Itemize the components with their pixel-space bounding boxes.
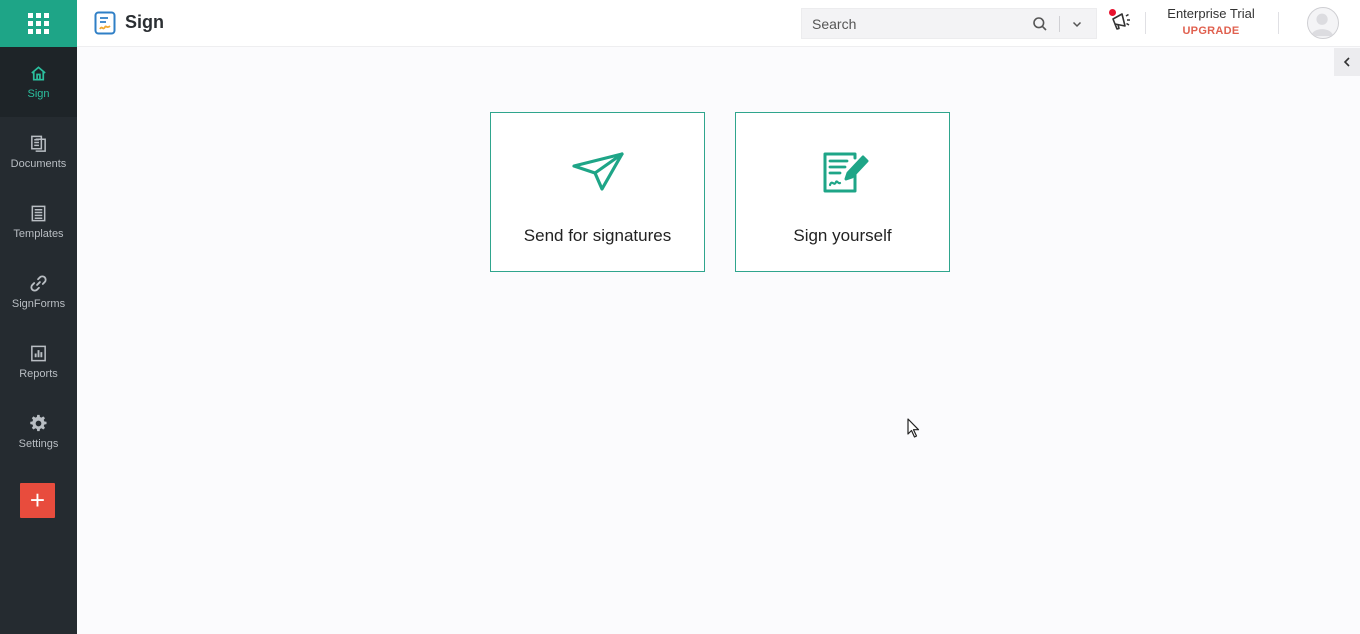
plan-name: Enterprise Trial bbox=[1167, 6, 1255, 21]
sidebar-item-signforms[interactable]: SignForms bbox=[0, 257, 77, 327]
search-box bbox=[801, 8, 1097, 39]
templates-icon bbox=[31, 205, 46, 222]
sidebar-item-label: SignForms bbox=[11, 298, 66, 310]
chevron-down-icon[interactable] bbox=[1070, 17, 1084, 31]
sidebar-item-label: Templates bbox=[13, 228, 64, 240]
sidebar-item-templates[interactable]: Templates bbox=[0, 187, 77, 257]
mouse-cursor-icon bbox=[907, 418, 920, 438]
sign-document-icon bbox=[823, 152, 869, 193]
sidebar-item-label: Sign bbox=[27, 88, 50, 100]
sidebar-item-label: Reports bbox=[19, 368, 58, 380]
documents-icon bbox=[31, 135, 46, 152]
notification-dot bbox=[1109, 9, 1116, 16]
add-new-button[interactable]: + bbox=[20, 483, 55, 518]
search-divider bbox=[1059, 16, 1060, 32]
collapse-panel-button[interactable] bbox=[1334, 48, 1360, 76]
sidebar-item-sign[interactable]: Sign bbox=[0, 47, 77, 117]
card-label: Sign yourself bbox=[793, 226, 892, 245]
chevron-left-icon bbox=[1343, 57, 1350, 67]
sidebar-item-label: Documents bbox=[10, 158, 67, 170]
sidebar: Sign Documents Templates SignForms Repor… bbox=[0, 0, 77, 634]
sign-logo-icon bbox=[94, 11, 116, 35]
paper-plane-icon bbox=[572, 152, 624, 191]
app-grid-button[interactable] bbox=[0, 0, 77, 47]
search-input[interactable] bbox=[802, 9, 1022, 38]
top-header: Sign Enterprise Trial UPGRADE bbox=[77, 0, 1360, 47]
sidebar-item-reports[interactable]: Reports bbox=[0, 327, 77, 397]
sign-yourself-card[interactable]: Sign yourself bbox=[735, 112, 950, 272]
sidebar-item-documents[interactable]: Documents bbox=[0, 117, 77, 187]
sidebar-item-settings[interactable]: Settings bbox=[0, 397, 77, 467]
gear-icon bbox=[30, 414, 47, 432]
send-for-signatures-card[interactable]: Send for signatures bbox=[490, 112, 705, 272]
avatar[interactable] bbox=[1307, 7, 1339, 39]
plan-info: Enterprise Trial UPGRADE bbox=[1155, 6, 1267, 37]
header-divider bbox=[1145, 12, 1146, 34]
reports-icon bbox=[31, 345, 46, 362]
header-divider bbox=[1278, 12, 1279, 34]
sidebar-item-label: Settings bbox=[18, 438, 59, 450]
user-icon bbox=[1310, 13, 1334, 37]
app-title: Sign bbox=[125, 12, 164, 32]
grid-icon bbox=[28, 13, 49, 34]
home-icon bbox=[31, 66, 46, 81]
link-icon bbox=[30, 275, 47, 292]
upgrade-link[interactable]: UPGRADE bbox=[1155, 25, 1267, 37]
card-label: Send for signatures bbox=[523, 226, 672, 245]
search-icon[interactable] bbox=[1032, 16, 1048, 32]
